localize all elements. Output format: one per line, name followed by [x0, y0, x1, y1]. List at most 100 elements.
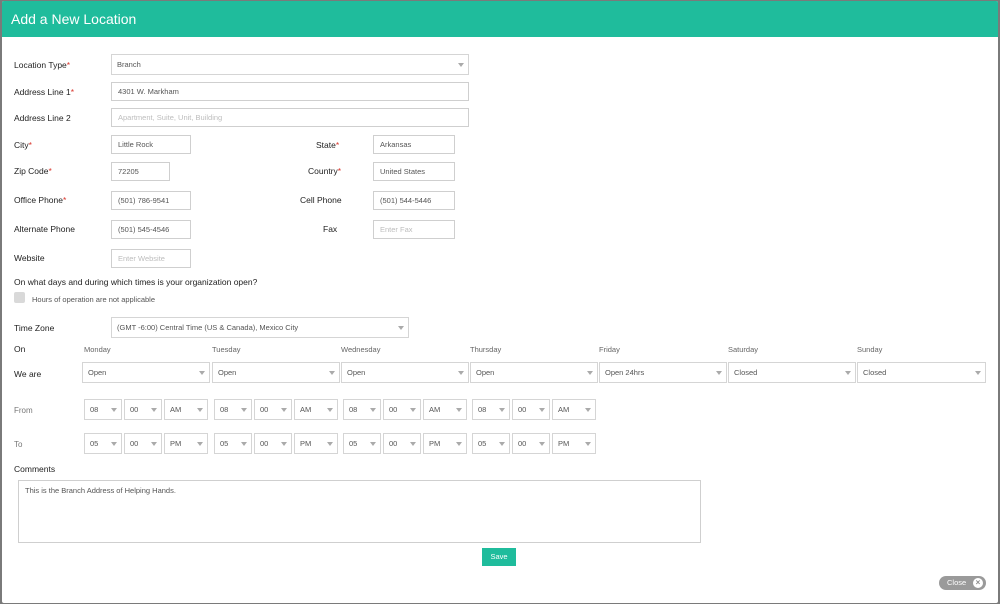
to-minute-wednesday[interactable]: 00 — [383, 433, 421, 454]
status-select-sunday[interactable]: Closed — [857, 362, 986, 383]
close-icon: × — [973, 578, 983, 588]
state-label: State* — [316, 140, 340, 150]
chevron-down-icon — [398, 326, 404, 330]
address1-label: Address Line 1* — [14, 87, 75, 97]
day-label-tuesday: Tuesday — [212, 345, 241, 354]
chevron-down-icon — [539, 442, 545, 446]
to-ampm-wednesday[interactable]: PM — [423, 433, 467, 454]
chevron-down-icon — [975, 371, 981, 375]
to-ampm-thursday[interactable]: PM — [552, 433, 596, 454]
chevron-down-icon — [327, 408, 333, 412]
status-select-thursday[interactable]: Open — [470, 362, 598, 383]
chevron-down-icon — [585, 408, 591, 412]
chevron-down-icon — [716, 371, 722, 375]
to-minute-thursday[interactable]: 00 — [512, 433, 550, 454]
website-input[interactable]: Enter Website — [111, 249, 191, 268]
modal-title: Add a New Location — [2, 1, 998, 37]
country-input[interactable]: United States — [373, 162, 455, 181]
alt-phone-label: Alternate Phone — [14, 224, 75, 234]
from-minute-monday[interactable]: 00 — [124, 399, 162, 420]
chevron-down-icon — [151, 442, 157, 446]
city-input[interactable]: Little Rock — [111, 135, 191, 154]
from-hour-wednesday[interactable]: 08 — [343, 399, 381, 420]
status-select-wednesday[interactable]: Open — [341, 362, 469, 383]
to-ampm-monday[interactable]: PM — [164, 433, 208, 454]
cell-phone-input[interactable]: (501) 544-5446 — [373, 191, 455, 210]
to-minute-monday[interactable]: 00 — [124, 433, 162, 454]
chevron-down-icon — [458, 63, 464, 67]
chevron-down-icon — [111, 408, 117, 412]
from-ampm-monday[interactable]: AM — [164, 399, 208, 420]
city-label: City* — [14, 140, 32, 150]
chevron-down-icon — [241, 442, 247, 446]
chevron-down-icon — [499, 442, 505, 446]
from-ampm-thursday[interactable]: AM — [552, 399, 596, 420]
chevron-down-icon — [456, 442, 462, 446]
save-button[interactable]: Save — [482, 548, 516, 566]
to-minute-tuesday[interactable]: 00 — [254, 433, 292, 454]
comments-textarea[interactable]: This is the Branch Address of Helping Ha… — [18, 480, 701, 543]
status-select-saturday[interactable]: Closed — [728, 362, 856, 383]
chevron-down-icon — [539, 408, 545, 412]
chevron-down-icon — [458, 371, 464, 375]
chevron-down-icon — [281, 442, 287, 446]
address2-input[interactable]: Apartment, Suite, Unit, Building — [111, 108, 469, 127]
from-minute-wednesday[interactable]: 00 — [383, 399, 421, 420]
chevron-down-icon — [585, 442, 591, 446]
location-type-label: Location Type* — [14, 60, 71, 70]
fax-input[interactable]: Enter Fax — [373, 220, 455, 239]
to-ampm-tuesday[interactable]: PM — [294, 433, 338, 454]
alt-phone-input[interactable]: (501) 545-4546 — [111, 220, 191, 239]
address1-input[interactable]: 4301 W. Markham — [111, 82, 469, 101]
from-ampm-tuesday[interactable]: AM — [294, 399, 338, 420]
from-hour-monday[interactable]: 08 — [84, 399, 122, 420]
chevron-down-icon — [281, 408, 287, 412]
to-hour-monday[interactable]: 05 — [84, 433, 122, 454]
zip-input[interactable]: 72205 — [111, 162, 170, 181]
hours-question: On what days and during which times is y… — [14, 277, 258, 287]
close-button[interactable]: Close × — [939, 576, 986, 590]
chevron-down-icon — [410, 442, 416, 446]
hours-not-applicable-label: Hours of operation are not applicable — [32, 295, 155, 304]
hours-not-applicable-checkbox[interactable] — [14, 292, 25, 303]
address2-label: Address Line 2 — [14, 113, 71, 123]
comments-label: Comments — [14, 464, 56, 474]
from-minute-thursday[interactable]: 00 — [512, 399, 550, 420]
from-hour-tuesday[interactable]: 08 — [214, 399, 252, 420]
from-minute-tuesday[interactable]: 00 — [254, 399, 292, 420]
from-ampm-wednesday[interactable]: AM — [423, 399, 467, 420]
chevron-down-icon — [499, 408, 505, 412]
status-select-monday[interactable]: Open — [82, 362, 210, 383]
website-label: Website — [14, 253, 45, 263]
timezone-select[interactable]: (GMT -6:00) Central Time (US & Canada), … — [111, 317, 409, 338]
chevron-down-icon — [329, 371, 335, 375]
chevron-down-icon — [410, 408, 416, 412]
chevron-down-icon — [370, 408, 376, 412]
day-label-thursday: Thursday — [470, 345, 502, 354]
cell-phone-label: Cell Phone — [300, 195, 342, 205]
chevron-down-icon — [370, 442, 376, 446]
office-phone-input[interactable]: (501) 786-9541 — [111, 191, 191, 210]
from-label: From — [14, 406, 33, 415]
chevron-down-icon — [327, 442, 333, 446]
to-hour-wednesday[interactable]: 05 — [343, 433, 381, 454]
chevron-down-icon — [845, 371, 851, 375]
on-label: On — [14, 344, 26, 354]
day-label-friday: Friday — [599, 345, 620, 354]
chevron-down-icon — [456, 408, 462, 412]
to-hour-thursday[interactable]: 05 — [472, 433, 510, 454]
chevron-down-icon — [587, 371, 593, 375]
fax-label: Fax — [323, 224, 338, 234]
to-hour-tuesday[interactable]: 05 — [214, 433, 252, 454]
office-phone-label: Office Phone* — [14, 195, 67, 205]
add-location-modal: Add a New Location Location Type* Branch… — [2, 1, 998, 603]
location-type-select[interactable]: Branch — [111, 54, 469, 75]
state-input[interactable]: Arkansas — [373, 135, 455, 154]
from-hour-thursday[interactable]: 08 — [472, 399, 510, 420]
status-select-friday[interactable]: Open 24hrs — [599, 362, 727, 383]
we-are-label: We are — [14, 369, 42, 379]
chevron-down-icon — [199, 371, 205, 375]
status-select-tuesday[interactable]: Open — [212, 362, 340, 383]
day-label-monday: Monday — [84, 345, 111, 354]
to-label: To — [14, 440, 23, 449]
